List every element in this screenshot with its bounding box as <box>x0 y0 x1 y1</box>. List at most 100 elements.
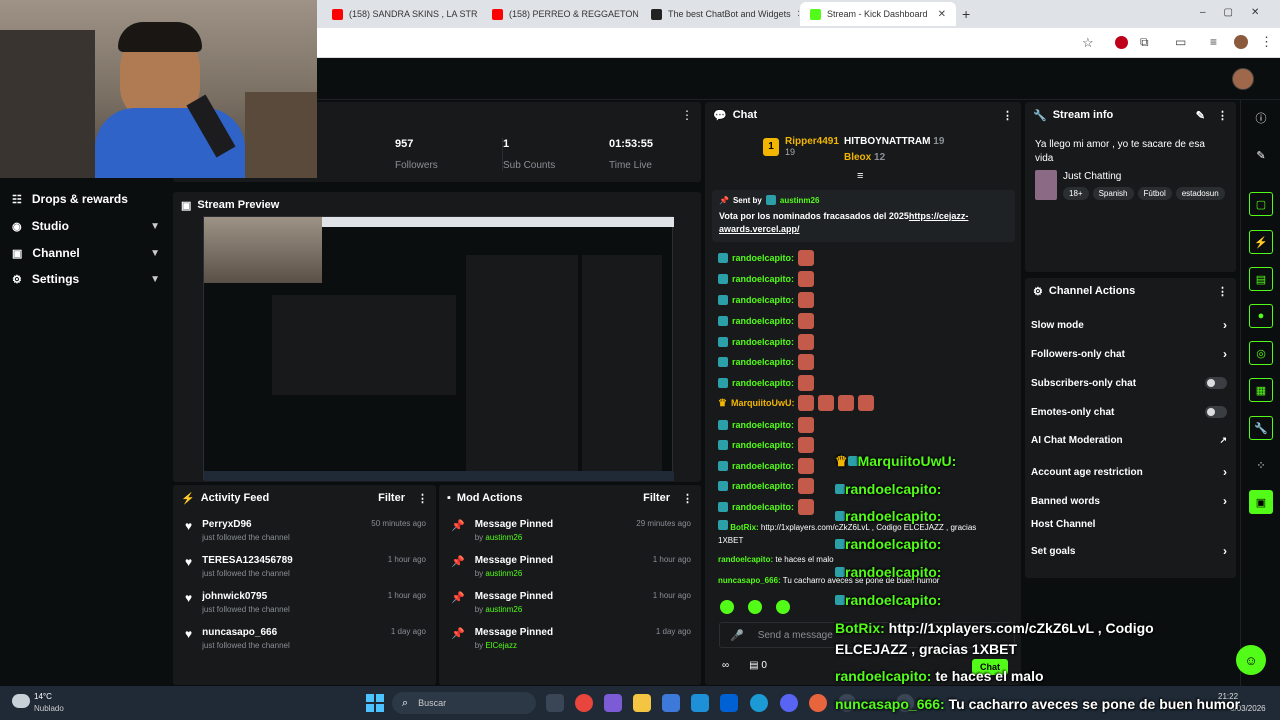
cast-icon[interactable]: ▭ <box>1175 35 1186 49</box>
pencil-icon[interactable]: ✎ <box>1196 109 1205 122</box>
pin-icon: 📌 <box>451 520 465 532</box>
sidebar-item-channel[interactable]: ▣ Channel ▼ <box>12 246 160 260</box>
layout-icon[interactable]: ▦ <box>1249 378 1273 402</box>
infinity-icon[interactable]: ∞ <box>722 660 729 671</box>
collapse-icon[interactable]: ≡ <box>857 170 863 182</box>
overlay-message: ELCEJAZZ , gracias 1XBET <box>835 641 1018 657</box>
kebab-menu-icon[interactable]: ⋮ <box>1217 109 1228 122</box>
emote-icon <box>838 395 855 411</box>
chat-bubble-icon[interactable]: ● <box>1249 304 1273 328</box>
browser-tab[interactable]: (158) SANDRA SKINS , LA STRE ✕ <box>322 2 478 26</box>
screen-icon[interactable]: ▢ <box>1249 192 1273 216</box>
kebab-menu-icon[interactable]: ⋮ <box>417 492 428 505</box>
folder-icon[interactable] <box>633 694 651 712</box>
microphone-icon[interactable]: 🎤 <box>730 629 744 642</box>
emote-icon[interactable] <box>720 600 734 614</box>
overlay-message: BotRix: http://1xplayers.com/cZkZ6LvL , … <box>835 620 1154 636</box>
wrench-icon[interactable]: 🔧 <box>1249 416 1273 440</box>
sidebar-item-settings[interactable]: ⚙ Settings ▼ <box>12 272 160 286</box>
mod-actions-panel: ▪ Mod Actions Filter ⋮ 📌 Message Pinned b… <box>439 485 701 685</box>
dropbox-icon[interactable] <box>720 694 738 712</box>
avatar[interactable] <box>1232 68 1254 90</box>
badge-icon <box>718 420 728 430</box>
tag-list: 18+ Spanish Fútbol estadosun <box>1063 187 1235 200</box>
action-ai-moderation[interactable]: AI Chat Moderation ↗ <box>1031 435 1227 446</box>
discord-icon[interactable] <box>780 694 798 712</box>
emote-icon <box>798 395 815 411</box>
subscribers-only-toggle[interactable] <box>1205 377 1227 389</box>
chat-message: randoelcapito: <box>718 478 815 494</box>
star-icon[interactable]: ☆ <box>1082 35 1094 51</box>
overlay-message: randoelcapito: te haces el malo <box>835 668 1044 684</box>
emote-icon[interactable] <box>776 600 790 614</box>
task-view-icon[interactable] <box>546 694 564 712</box>
action-account-age[interactable]: Account age restriction › <box>1031 465 1227 479</box>
action-slow-mode[interactable]: Slow mode › <box>1031 318 1227 332</box>
emote-icon <box>798 458 815 474</box>
extension-icon[interactable] <box>1115 36 1128 49</box>
store-icon[interactable] <box>662 694 680 712</box>
close-tab-icon[interactable]: ✕ <box>938 9 946 20</box>
puzzle-icon[interactable]: ⧉ <box>1140 35 1149 50</box>
windows-start-icon[interactable] <box>366 694 384 712</box>
preview-inner-panel <box>272 295 456 395</box>
overlay-message: randoelcapito: <box>835 536 941 552</box>
kebab-menu-icon[interactable]: ⋮ <box>682 492 693 505</box>
sidebar-item-drops-rewards[interactable]: ☷ Drops & rewards <box>12 192 160 206</box>
app-icon[interactable] <box>809 694 827 712</box>
profile-avatar[interactable] <box>1234 35 1248 49</box>
chat-bubble-icon: 💬 <box>713 109 727 122</box>
info-icon[interactable]: ⓘ <box>1249 106 1273 130</box>
broadcast-icon[interactable]: ◎ <box>1249 341 1273 365</box>
chat-message: randoelcapito: <box>718 375 815 391</box>
sidebar-item-studio[interactable]: ◉ Studio ▼ <box>12 219 160 233</box>
help-button[interactable]: ☺ <box>1236 645 1266 675</box>
browser-tab[interactable]: The best ChatBot and Widgets ✕ <box>641 2 799 26</box>
kick-icon <box>810 8 821 20</box>
pinned-message[interactable]: 📌 Sent by austinm26 Vota por los nominad… <box>712 190 1015 242</box>
overlay-message: randoelcapito: <box>835 564 941 580</box>
kebab-menu-icon[interactable]: ⋮ <box>1217 285 1228 298</box>
heart-icon: ♥ <box>185 519 193 533</box>
new-tab-button[interactable]: + <box>962 6 970 22</box>
app-icon[interactable]: ▣ <box>1249 490 1273 514</box>
browser-tab-active[interactable]: Stream - Kick Dashboard ✕ <box>800 2 956 26</box>
close-tab-icon[interactable]: ✕ <box>797 9 799 20</box>
category-thumbnail <box>1035 170 1057 200</box>
webcam-overlay <box>0 0 317 178</box>
action-host-channel[interactable]: Host Channel <box>1031 519 1227 530</box>
bolt-icon[interactable]: ⚡ <box>1249 230 1273 254</box>
edge-icon[interactable] <box>750 694 768 712</box>
chrome-icon[interactable] <box>575 694 593 712</box>
chat-message: randoelcapito: <box>718 499 815 515</box>
search-input[interactable]: ⌕ Buscar <box>392 692 536 714</box>
emote-icon <box>798 334 815 350</box>
stream-preview-video[interactable] <box>203 216 674 481</box>
heart-icon: ♥ <box>185 591 193 605</box>
badge-icon <box>835 511 845 521</box>
action-set-goals[interactable]: Set goals › <box>1031 544 1227 558</box>
outlook-icon[interactable] <box>691 694 709 712</box>
pencil-icon[interactable]: ✎ <box>1249 143 1273 167</box>
kebab-menu-icon[interactable]: ⋮ <box>1002 109 1013 122</box>
kebab-menu-icon[interactable]: ⋮ <box>681 108 693 122</box>
pin-icon: 📌 <box>451 592 465 604</box>
kebab-menu-icon[interactable]: ⋮ <box>1260 34 1273 50</box>
browser-tab[interactable]: (158) PERREO & REGGAETON C ✕ <box>482 2 638 26</box>
dots-icon[interactable]: ⁘ <box>1249 453 1273 477</box>
chat-message: randoelcapito: <box>718 437 815 453</box>
badge-icon <box>718 461 728 471</box>
emote-icon[interactable] <box>748 600 762 614</box>
list-item: 📌 Message Pinned by ElCejazz 1 day ago <box>451 627 691 650</box>
filter-button[interactable]: Filter <box>643 492 670 505</box>
page-icon[interactable]: ▤ <box>1249 267 1273 291</box>
emote-icon <box>858 395 875 411</box>
external-link-icon: ↗ <box>1219 435 1227 445</box>
action-banned-words[interactable]: Banned words › <box>1031 494 1227 508</box>
copilot-icon[interactable] <box>604 694 622 712</box>
filter-button[interactable]: Filter <box>378 492 405 505</box>
menu-list-icon[interactable]: ≡ <box>1210 35 1217 49</box>
emotes-only-toggle[interactable] <box>1205 406 1227 418</box>
action-followers-only[interactable]: Followers-only chat › <box>1031 347 1227 361</box>
window-controls[interactable]: –▢✕ <box>1200 7 1277 18</box>
